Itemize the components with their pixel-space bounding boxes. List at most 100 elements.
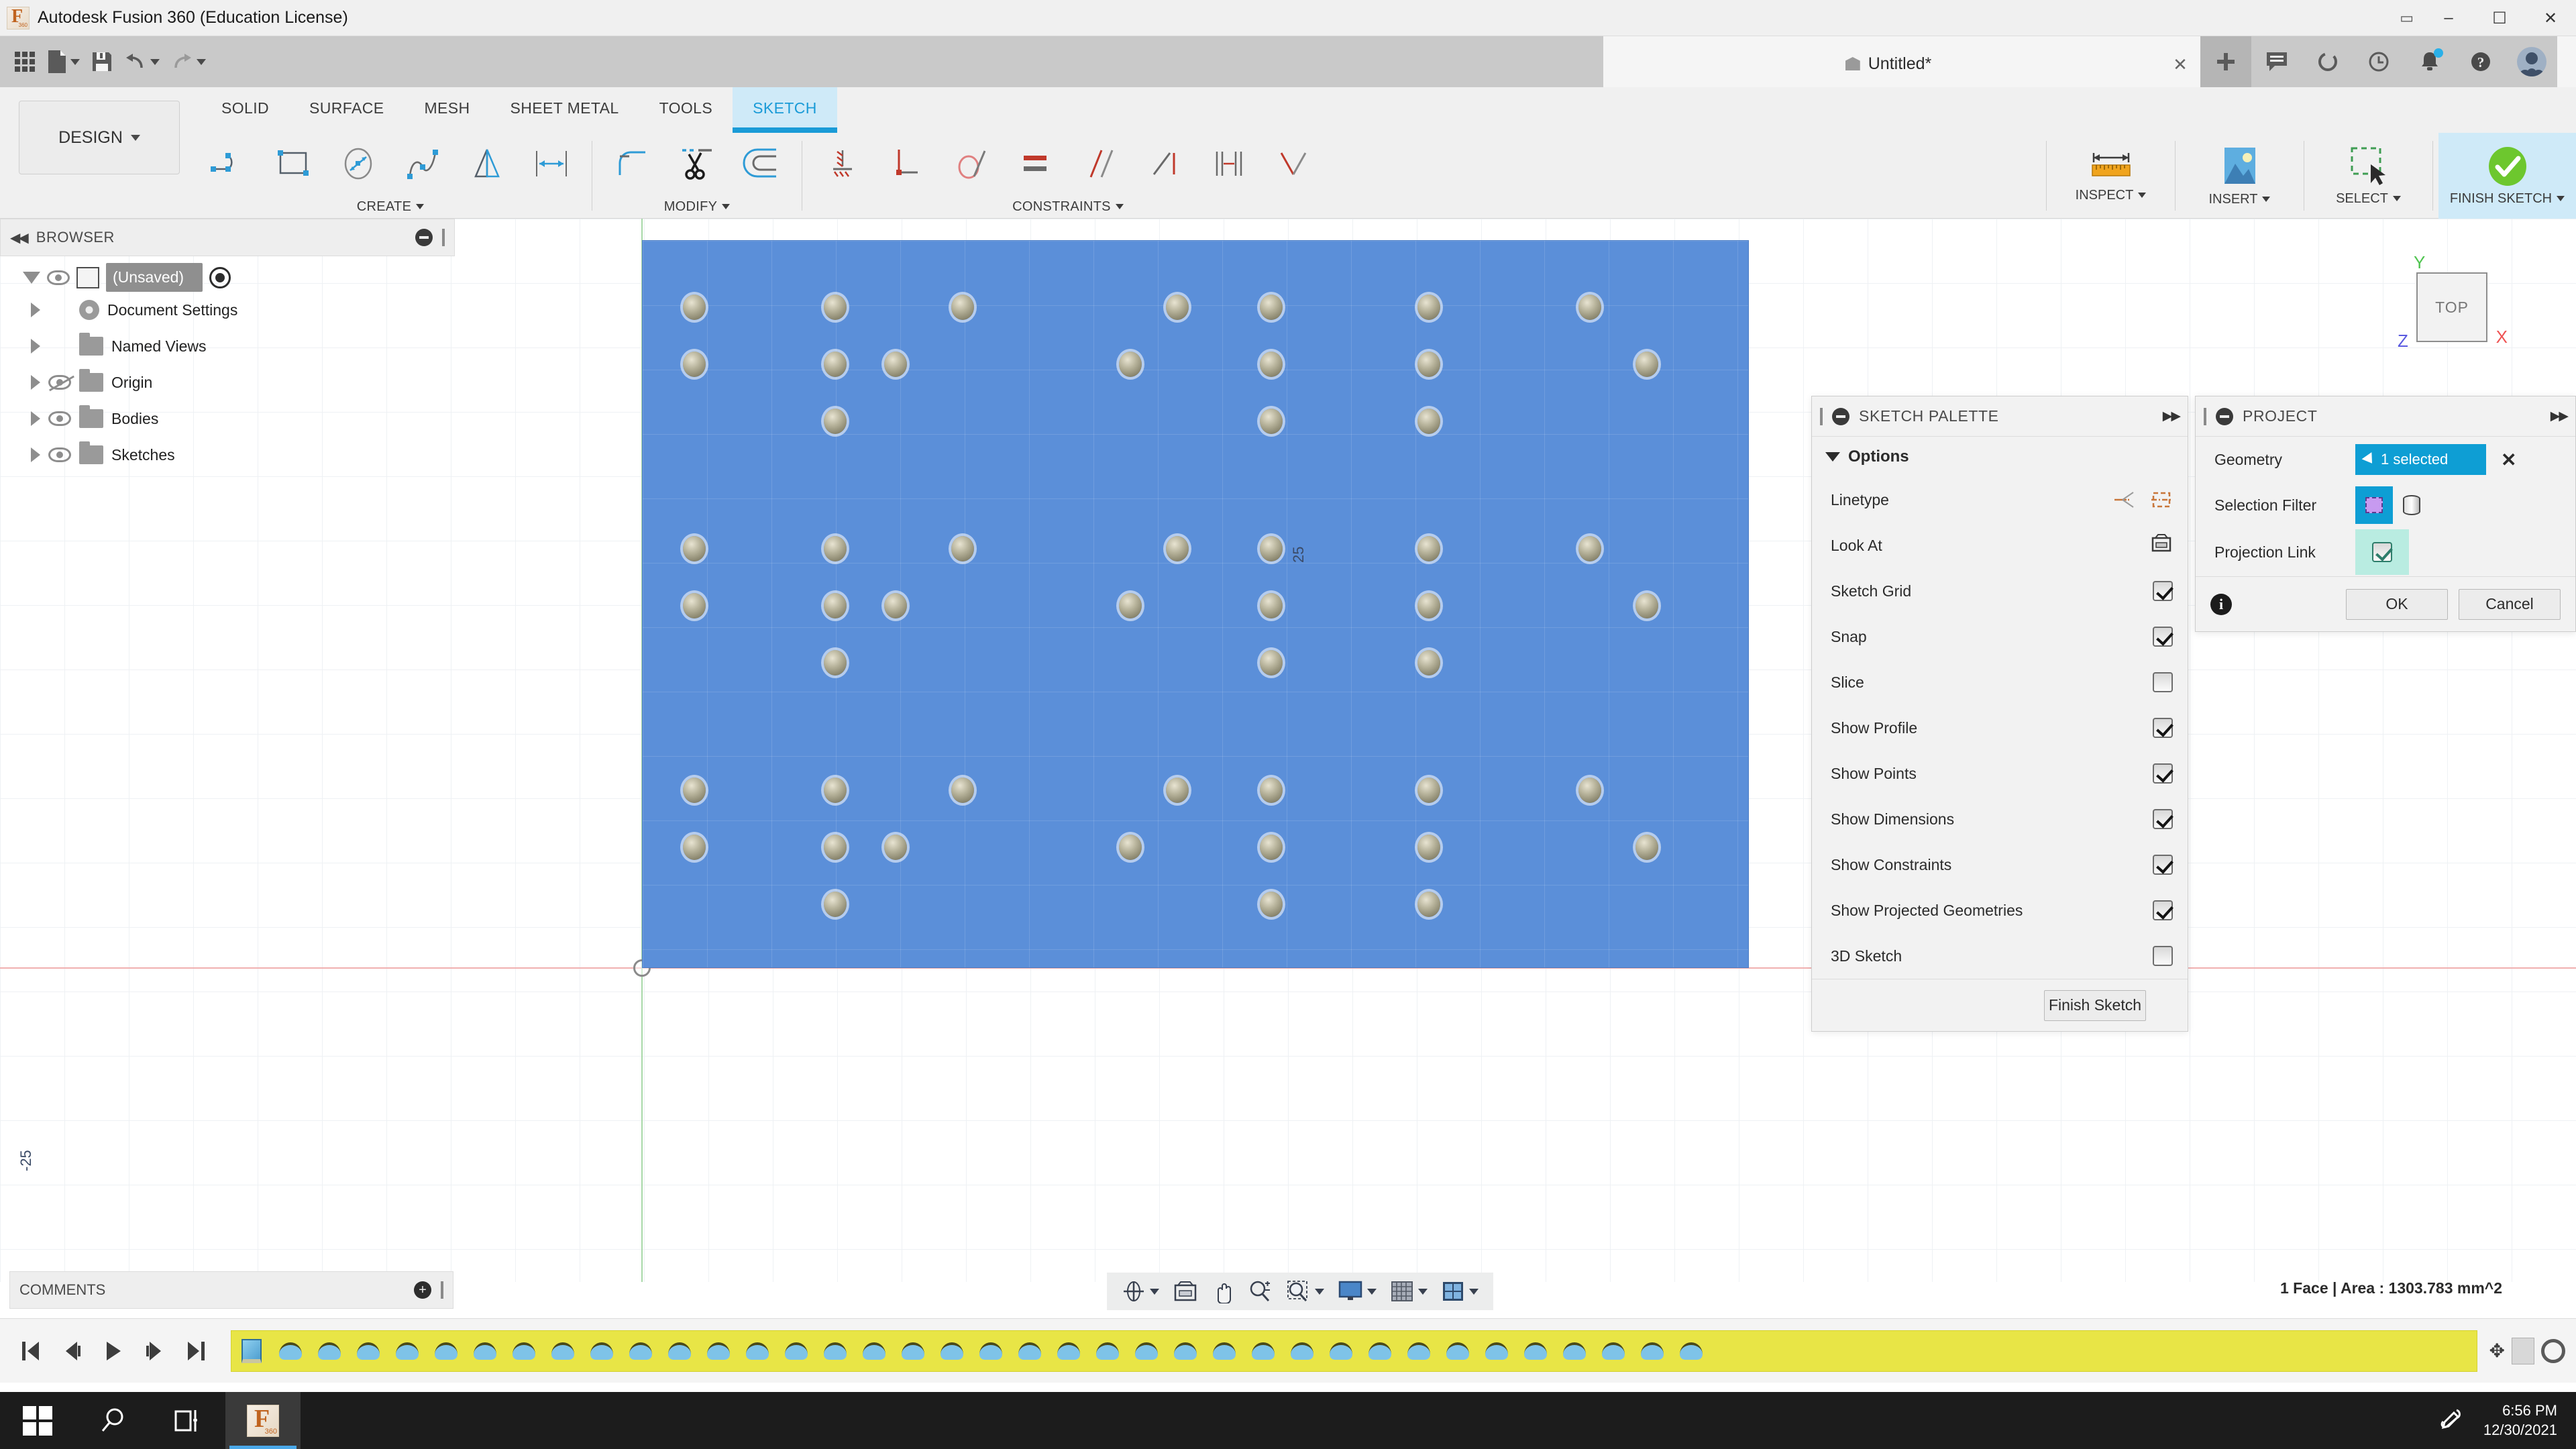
browser-item-sketches[interactable]: Sketches [0,437,455,473]
sketch-feature[interactable] [701,1333,736,1369]
perpendicular-constraint-tool[interactable] [876,134,938,193]
hole-point[interactable] [1578,294,1601,320]
insert-button[interactable]: INSERT [2181,133,2298,219]
sketch-feature[interactable] [390,1333,425,1369]
option-checkbox[interactable] [2153,809,2173,829]
hole-point[interactable] [1119,835,1142,860]
finish-sketch-palette-button[interactable]: Finish Sketch [2044,990,2146,1021]
sketch-feature[interactable] [1012,1333,1047,1369]
hole-point[interactable] [1260,892,1283,917]
grid-snaps-button[interactable] [1385,1274,1433,1309]
selected-face[interactable]: 25 [642,240,1749,968]
visibility-eye-icon[interactable] [47,270,70,285]
hole-point[interactable] [824,835,847,860]
expand-arrow-icon[interactable] [31,447,40,462]
option-checkbox[interactable] [2153,946,2173,966]
rectangle-tool[interactable] [263,134,325,193]
viewports-button[interactable] [1436,1274,1484,1309]
hole-point[interactable] [1260,650,1283,676]
job-status-icon[interactable] [2302,36,2353,87]
look-at-button[interactable] [2150,533,2173,557]
dimension-tool[interactable] [521,134,582,193]
hole-point[interactable] [951,777,974,803]
project-forward-icon[interactable]: ▶▶ [2551,409,2567,424]
expand-arrow-icon[interactable] [31,411,40,426]
sketch-feature[interactable] [973,1333,1008,1369]
fillet-tool[interactable] [602,134,663,193]
option-3d-sketch[interactable]: 3D Sketch [1812,933,2188,979]
sketch-feature[interactable] [1401,1333,1436,1369]
sketch-feature[interactable] [1635,1333,1670,1369]
save-button[interactable] [87,43,117,80]
option-checkbox[interactable] [2153,855,2173,875]
zoom-window-button[interactable] [1280,1274,1330,1309]
projection-link-cell[interactable] [2355,529,2409,575]
panel-constraints-title[interactable]: CONSTRAINTS [1012,195,1124,219]
pan-button[interactable] [1206,1274,1240,1309]
view-cube[interactable]: TOP Y X Z [2402,258,2496,352]
option-sketch-grid[interactable]: Sketch Grid [1812,568,2188,614]
sketch-feature[interactable] [1440,1333,1475,1369]
document-tab-close-button[interactable]: ✕ [2167,51,2194,78]
help-icon[interactable]: ? [2455,36,2506,87]
sketch-feature[interactable] [662,1333,697,1369]
equal-constraint-tool[interactable] [1005,134,1067,193]
workspace-switcher[interactable]: DESIGN [19,101,180,174]
maximize-button[interactable]: ☐ [2474,0,2525,36]
option-show-projected-geometries[interactable]: Show Projected Geometries [1812,888,2188,933]
document-tab[interactable]: Untitled* [1603,40,2174,87]
hole-point[interactable] [1417,352,1440,377]
sketch-feature[interactable] [468,1333,502,1369]
hole-point[interactable] [683,352,706,377]
hole-point[interactable] [1260,777,1283,803]
task-view-button[interactable] [150,1392,225,1449]
hole-point[interactable] [1578,777,1601,803]
comments-grip-icon[interactable] [441,1281,443,1299]
hole-point[interactable] [1119,352,1142,377]
visibility-eye-icon[interactable] [48,411,71,426]
timeline-step-forward-button[interactable] [136,1330,174,1372]
clock[interactable]: 6:56 PM 12/30/2021 [2483,1401,2557,1440]
minimize-button[interactable]: – [2423,0,2474,36]
timeline-settings-gear-icon[interactable] [2541,1339,2565,1363]
option-show-constraints[interactable]: Show Constraints [1812,842,2188,888]
pen-icon[interactable] [2436,1406,2466,1436]
options-section-header[interactable]: Options [1812,437,2188,477]
hole-point[interactable] [1119,593,1142,619]
tab-sketch[interactable]: SKETCH [733,87,837,133]
hole-point[interactable] [683,593,706,619]
hole-point[interactable] [1417,835,1440,860]
sketch-feature[interactable] [1129,1333,1164,1369]
inspect-button[interactable]: INSPECT [2052,133,2169,219]
timeline-begin-button[interactable] [11,1330,50,1372]
hole-point[interactable] [1260,409,1283,434]
redo-button[interactable] [166,43,210,80]
start-button[interactable] [0,1392,75,1449]
option-snap[interactable]: Snap [1812,614,2188,659]
expand-arrow-icon[interactable] [31,339,40,354]
zoom-button[interactable] [1242,1274,1277,1309]
construction-line-icon[interactable] [2112,490,2135,510]
timeline-end-button[interactable] [177,1330,216,1372]
option-slice[interactable]: Slice [1812,659,2188,705]
clear-selection-button[interactable]: ✕ [2501,449,2516,471]
sketch-feature[interactable] [1596,1333,1631,1369]
collapse-icon[interactable]: ◀◀ [10,229,27,246]
sketch-feature[interactable] [1518,1333,1553,1369]
sketch-feature[interactable] [429,1333,464,1369]
fusion-360-taskbar-button[interactable] [225,1392,301,1449]
cancel-button[interactable]: Cancel [2459,589,2561,620]
activate-component-icon[interactable] [209,267,231,288]
timeline-dropdown-icon[interactable] [2512,1338,2534,1364]
sketch-feature[interactable] [623,1333,658,1369]
ok-button[interactable]: OK [2346,589,2448,620]
hole-point[interactable] [1635,835,1658,860]
browser-minimize-icon[interactable] [415,229,433,246]
option-show-profile[interactable]: Show Profile [1812,705,2188,751]
projection-link-checkbox[interactable] [2372,542,2392,562]
project-minimize-icon[interactable] [2216,408,2233,425]
hole-point[interactable] [884,835,907,860]
option-checkbox[interactable] [2153,900,2173,920]
browser-item-origin[interactable]: Origin [0,364,455,400]
panel-create-title[interactable]: CREATE [357,195,424,219]
